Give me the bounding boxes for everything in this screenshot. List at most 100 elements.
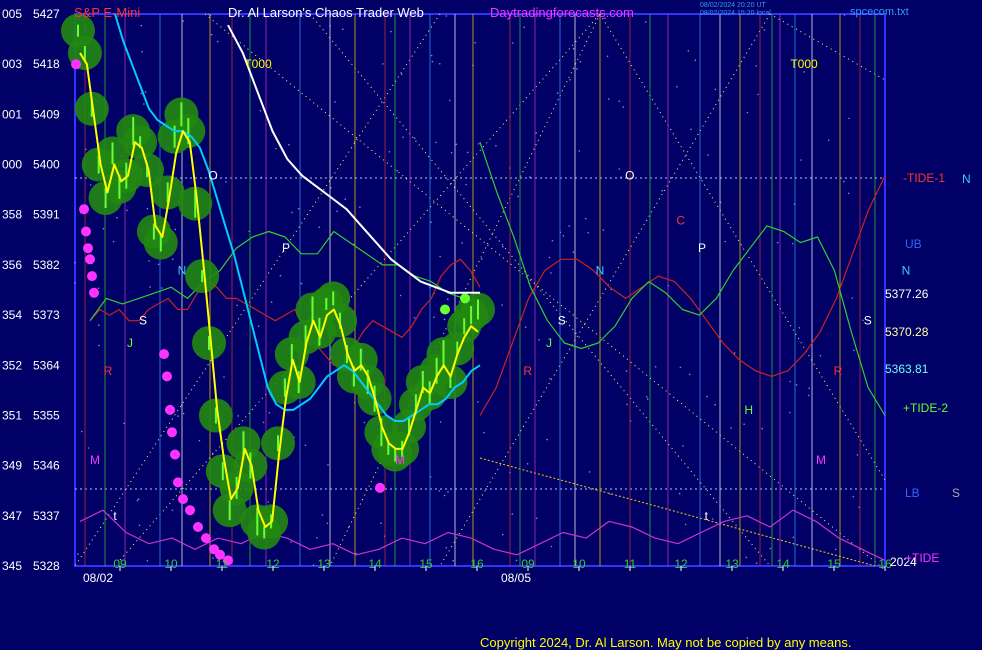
site-link[interactable]: Daytradingforecasts.com bbox=[490, 5, 634, 20]
x-hour-label: 11 bbox=[216, 557, 229, 571]
symbol-title: S&P E-Mini bbox=[74, 5, 141, 20]
annotation-label: N bbox=[902, 263, 911, 277]
y-tick-price-label: 5364 bbox=[33, 358, 60, 372]
star-dot bbox=[706, 395, 708, 398]
star-dot bbox=[182, 20, 185, 22]
star-dot bbox=[684, 523, 687, 526]
star-dot bbox=[562, 235, 565, 237]
star-dot bbox=[602, 229, 605, 231]
star-dot bbox=[714, 88, 717, 91]
star-dot bbox=[431, 60, 434, 63]
x-hour-label: 09 bbox=[113, 557, 127, 571]
star-dot bbox=[481, 258, 483, 260]
right-side-label: 5377.26 bbox=[885, 287, 929, 301]
annotation-label: R bbox=[523, 364, 532, 378]
annotation-label: P bbox=[698, 241, 706, 255]
star-dot bbox=[848, 117, 850, 120]
star-dot bbox=[694, 59, 697, 61]
star-dot bbox=[654, 366, 657, 368]
y-tick-price-label: 5346 bbox=[33, 459, 60, 473]
star-dot bbox=[363, 421, 366, 424]
star-dot bbox=[433, 316, 435, 319]
star-dot bbox=[551, 240, 554, 242]
y-tick-left-label: 347 bbox=[2, 509, 22, 523]
star-dot bbox=[140, 92, 142, 95]
annotation-label: R bbox=[104, 364, 113, 378]
star-dot bbox=[116, 216, 118, 219]
signal-dot bbox=[79, 204, 89, 215]
star-dot bbox=[524, 326, 527, 328]
star-dot bbox=[746, 111, 749, 114]
star-dot bbox=[679, 366, 682, 369]
star-dot bbox=[791, 242, 794, 245]
star-dot bbox=[216, 40, 219, 43]
star-dot bbox=[609, 493, 611, 495]
star-dot bbox=[98, 344, 100, 347]
star-dot bbox=[443, 494, 446, 497]
right-side-label: +TIDE-2 bbox=[903, 401, 948, 415]
star-dot bbox=[502, 533, 504, 536]
star-dot bbox=[549, 378, 551, 380]
star-dot bbox=[144, 91, 147, 93]
annotation-label: O bbox=[625, 169, 634, 183]
star-dot bbox=[174, 228, 177, 231]
star-dot bbox=[761, 427, 763, 430]
star-dot bbox=[449, 99, 451, 102]
star-dot bbox=[644, 21, 647, 23]
diagonal-grid-line bbox=[204, 13, 886, 571]
x-hour-label: 13 bbox=[317, 557, 331, 571]
star-dot bbox=[606, 55, 609, 58]
star-dot bbox=[439, 255, 441, 258]
star-dot bbox=[98, 324, 100, 327]
signal-dot bbox=[201, 533, 211, 544]
star-dot bbox=[501, 304, 503, 306]
star-dot bbox=[334, 101, 336, 103]
signal-dot bbox=[81, 226, 91, 237]
star-dot bbox=[626, 403, 628, 406]
star-dot bbox=[676, 86, 678, 88]
star-dot bbox=[262, 421, 265, 424]
y-tick-left-label: 000 bbox=[2, 158, 22, 172]
annotation-label: J bbox=[127, 336, 133, 350]
signal-dot bbox=[193, 522, 203, 532]
star-dot bbox=[267, 501, 270, 503]
star-dot bbox=[646, 398, 649, 400]
star-dot bbox=[523, 26, 525, 29]
star-dot bbox=[207, 13, 210, 16]
star-dot bbox=[290, 541, 292, 543]
star-dot bbox=[515, 559, 518, 562]
y-tick-left-label: 352 bbox=[2, 358, 22, 372]
star-dot bbox=[795, 384, 798, 386]
star-dot bbox=[312, 564, 315, 566]
star-dot bbox=[140, 24, 143, 27]
star-dot bbox=[483, 431, 485, 434]
y-tick-price-label: 5418 bbox=[33, 57, 60, 71]
star-dot bbox=[143, 103, 145, 105]
star-dot bbox=[852, 495, 855, 498]
date-label: 08/05 bbox=[501, 571, 531, 585]
y-tick-left-label: 005 bbox=[2, 7, 22, 21]
right-side-label: S bbox=[952, 486, 960, 500]
indicator-lines bbox=[79, 13, 481, 528]
star-dot bbox=[316, 537, 318, 539]
signal-dot bbox=[178, 494, 188, 505]
star-dot bbox=[336, 210, 338, 213]
star-dot bbox=[526, 463, 529, 465]
annotation-label: t bbox=[113, 509, 117, 523]
star-dot bbox=[808, 387, 810, 390]
y-tick-price-label: 5355 bbox=[33, 408, 60, 422]
right-side-label: LB bbox=[905, 486, 920, 500]
star-dot bbox=[789, 380, 791, 383]
star-dot bbox=[413, 137, 416, 139]
star-dot bbox=[569, 79, 571, 81]
trend-line bbox=[479, 457, 876, 567]
y-tick-left-label: 349 bbox=[2, 459, 22, 473]
star-dot bbox=[682, 445, 684, 447]
star-dot bbox=[556, 92, 559, 94]
star-dot bbox=[149, 286, 151, 288]
signal-dot bbox=[87, 271, 97, 282]
signal-dot bbox=[375, 482, 385, 493]
star-dot bbox=[126, 209, 128, 212]
y-tick-left-label: 351 bbox=[2, 408, 22, 422]
annotation-label: H bbox=[744, 403, 753, 417]
